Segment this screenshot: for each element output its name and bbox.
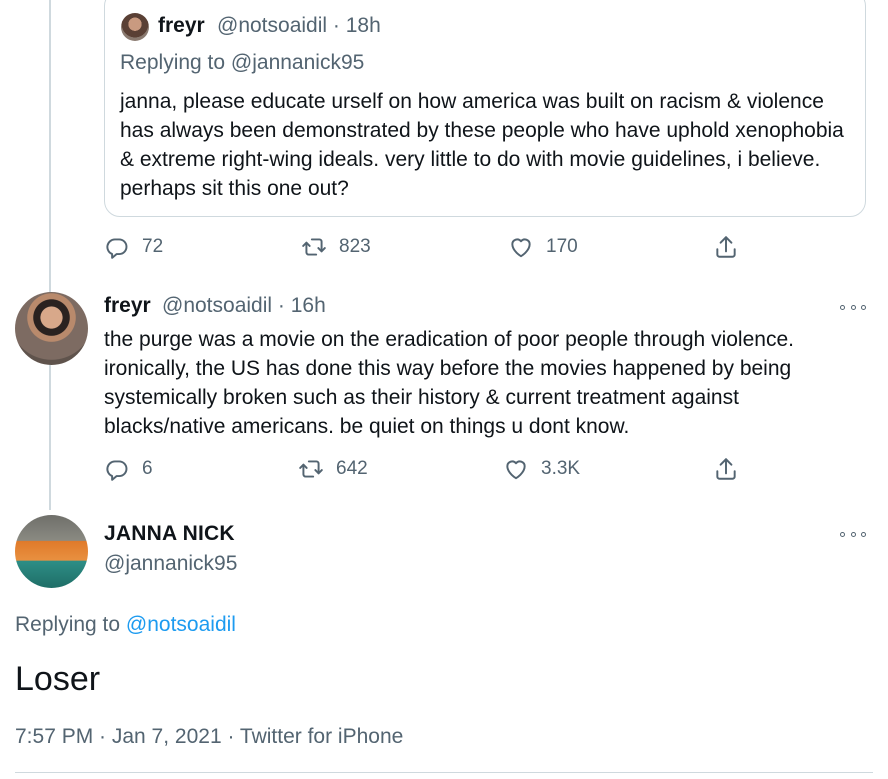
tweet-timestamp-source[interactable]: 7:57 PM · Jan 7, 2021 · Twitter for iPho… (15, 725, 403, 749)
share-icon (716, 236, 736, 258)
author-name[interactable]: JANNA NICK (104, 522, 235, 546)
replying-to-line: Replying to @jannanick95 (120, 51, 364, 75)
heart-icon (506, 460, 526, 480)
more-icon-dot (861, 531, 866, 537)
more-icon (840, 531, 845, 537)
replying-to-handle: @jannanick95 (230, 51, 365, 74)
share-button[interactable] (713, 456, 739, 482)
reply-button[interactable]: 6 (104, 456, 153, 482)
share-icon (716, 458, 736, 480)
avatar[interactable] (121, 13, 149, 41)
more-icon-dot (861, 304, 866, 310)
author-name[interactable]: freyr (158, 14, 205, 38)
reply-icon (106, 460, 128, 481)
more-icon-dot (850, 531, 856, 537)
divider (15, 772, 873, 773)
like-count: 170 (546, 236, 578, 257)
tweet-text: janna, please educate urself on how amer… (120, 90, 844, 200)
tweet-text: Loser (15, 660, 101, 698)
like-button[interactable]: 170 (508, 234, 578, 260)
heart-icon (511, 238, 531, 258)
thread-connector-line (49, 0, 51, 510)
retweet-button[interactable]: 823 (301, 234, 371, 260)
replying-prefix: Replying to (15, 613, 126, 636)
author-name[interactable]: freyr (104, 294, 151, 318)
tweet-text: the purge was a movie on the eradication… (104, 328, 794, 438)
share-button[interactable] (713, 234, 739, 260)
retweet-icon (302, 238, 326, 256)
replying-to-link[interactable]: @notsoaidil (126, 613, 236, 636)
author-handle[interactable]: @jannanick95 (104, 552, 237, 576)
more-icon-dot (850, 304, 856, 310)
reply-button[interactable]: 72 (104, 234, 163, 260)
retweet-count: 642 (336, 458, 368, 479)
reply-count: 6 (142, 458, 153, 479)
more-options-button[interactable] (840, 529, 866, 539)
like-count: 3.3K (541, 458, 581, 479)
retweet-icon (299, 460, 323, 478)
reply-icon (106, 238, 128, 259)
more-options-button[interactable] (840, 302, 866, 312)
author-handle-time[interactable]: @notsoaidil · 16h (162, 294, 326, 318)
reply-count: 72 (142, 236, 164, 257)
more-icon (840, 304, 845, 310)
retweet-count: 823 (339, 236, 371, 257)
avatar[interactable] (15, 515, 88, 588)
replying-prefix: Replying to (120, 51, 231, 74)
retweet-button[interactable]: 642 (298, 456, 368, 482)
author-handle-time[interactable]: @notsoaidil · 18h (217, 14, 381, 38)
like-button[interactable]: 3.3K (503, 456, 580, 482)
replying-to-line: Replying to @notsoaidil (15, 613, 236, 637)
avatar[interactable] (15, 292, 88, 365)
